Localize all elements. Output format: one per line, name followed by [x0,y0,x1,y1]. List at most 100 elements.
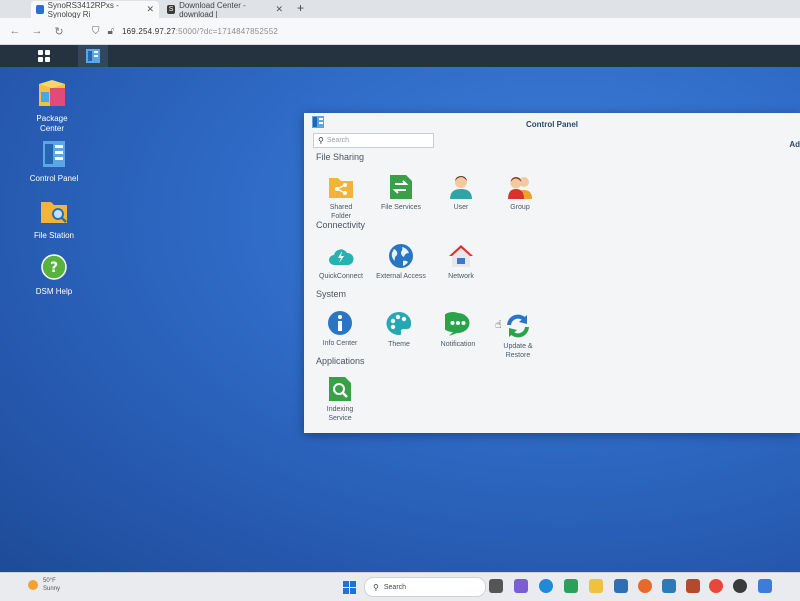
desktop-icon-label: File Station [33,231,75,240]
cp-item-info-center[interactable]: Info Center [310,310,370,348]
reload-icon[interactable]: ↻ [52,25,66,38]
cp-item-indexing-service[interactable]: Indexing Service [310,376,370,423]
browser-tab-bar: SynoRS3412RPxs - Synology Ri ✕ S Downloa… [0,0,800,19]
browser-tab-download-center[interactable]: S Download Center - download | ✕ [162,0,288,19]
edge-icon[interactable] [539,579,553,593]
store-icon[interactable] [564,579,578,593]
task-view-icon[interactable] [489,579,503,593]
chrome-icon[interactable] [709,579,723,593]
cp-item-shared-folder[interactable]: Shared Folder [311,174,371,221]
desktop-icon-control-panel[interactable]: Control Panel [14,140,94,184]
mail-icon[interactable] [614,579,628,593]
weather-widget[interactable]: 50°F Sunny [28,577,60,593]
item-label: Group [510,204,530,211]
tab-close-icon[interactable]: ✕ [146,4,154,15]
url-host: 169.254.97.27 [121,26,176,36]
search-placeholder: Search [326,137,350,144]
desktop-icon-label: DSM Help [35,287,73,296]
item-label: Folder [331,213,351,220]
section-connectivity: Connectivity [316,220,366,230]
control-panel-taskbar-icon[interactable] [78,45,108,67]
theme-palette-icon [386,311,412,335]
item-label: User [453,204,469,211]
taskbar-search-label: Search [383,583,407,591]
app-icon[interactable] [758,579,772,593]
item-label: Update & [503,343,533,350]
sun-icon [28,580,38,590]
cp-item-file-services[interactable]: File Services [371,174,431,212]
search-icon: ⚲ [318,136,324,145]
shield-icon[interactable]: ⛉ [92,26,100,37]
desktop-icon-package-center[interactable]: Package Center [12,80,92,134]
file-station-icon [41,202,67,223]
teams-icon[interactable] [514,579,528,593]
search-input[interactable]: ⚲ Search [313,133,434,148]
notification-chat-icon [445,312,470,336]
weather-temp: 50°F [43,578,56,584]
desktop-icon-label: Package [36,114,68,123]
clipped-header-text[interactable]: Ad [789,140,800,149]
app-icon[interactable] [686,579,700,593]
cp-item-user[interactable]: User [431,174,491,212]
user-icon [450,176,472,199]
help-question-icon: ? [41,254,67,280]
item-label: Shared [329,204,353,211]
cp-item-network[interactable]: Network [431,243,491,281]
shared-folder-icon [329,178,353,198]
external-access-globe-icon [389,244,413,268]
app-icon[interactable] [733,579,747,593]
tab-title: Download Center - download | [179,0,246,19]
control-panel-window: Control Panel Ad ⚲ Search File Sharing C… [304,113,800,433]
item-label: Info Center [322,340,358,347]
item-label: Theme [388,341,410,348]
tab-close-icon[interactable]: ✕ [275,4,283,15]
app-icon[interactable] [662,579,676,593]
item-label: Network [448,273,474,280]
browser-tab-synology[interactable]: SynoRS3412RPxs - Synology Ri ✕ [31,0,159,19]
cp-item-notification[interactable]: Notification [428,311,488,349]
item-label: Notification [440,341,476,348]
quickconnect-cloud-icon [329,249,354,265]
window-title: Control Panel [525,120,578,129]
hand-cursor-icon: ☝︎ [495,319,502,331]
control-panel-icon [43,141,65,167]
group-icon [508,177,532,199]
desktop-icon-dsm-help[interactable]: ? DSM Help [14,253,94,297]
file-explorer-icon[interactable] [589,579,603,593]
svg-text:?: ? [50,260,58,276]
item-label: Service [328,415,352,422]
tab-title: SynoRS3412RPxs - Synology Ri [47,0,119,19]
firefox-icon[interactable] [638,579,652,593]
desktop-icon-label: Control Panel [29,174,79,183]
not-secure-lock-icon[interactable]: 🔓︎ [108,26,114,37]
cp-item-theme[interactable]: Theme [369,311,429,349]
windows-taskbar: 50°F Sunny ⚲ Search [0,572,800,601]
desktop-icon-file-station[interactable]: File Station [14,197,94,241]
item-label: QuickConnect [319,273,363,280]
section-applications: Applications [316,356,365,366]
item-label: Restore [505,352,531,359]
section-file-sharing: File Sharing [316,152,365,162]
desktop-icon-label: Center [39,124,64,133]
forward-arrow-icon[interactable]: → [30,25,44,37]
windows-start-icon[interactable] [343,581,356,594]
info-center-icon [328,311,352,335]
back-arrow-icon[interactable]: ← [8,25,22,37]
main-menu-icon[interactable] [34,47,54,65]
search-icon: ⚲ [373,582,379,592]
weather-desc: Sunny [43,586,61,592]
package-center-icon [39,80,65,106]
section-system: System [316,289,347,299]
cp-item-quickconnect[interactable]: QuickConnect [311,243,371,281]
browser-nav-bar: ← → ↻ ⛉ 🔓︎ 169.254.97.27:5000/?dc=171484… [0,18,800,45]
taskbar-search-box[interactable]: ⚲ Search [364,577,486,597]
url-path: :5000/?dc=1714847852552 [175,26,279,36]
cp-item-group[interactable]: Group [490,174,550,212]
new-tab-button[interactable]: + [297,1,304,15]
dsm-taskbar [0,45,800,67]
update-restore-icon [507,314,529,338]
cp-item-external-access[interactable]: External Access [371,243,431,281]
download-center-favicon-icon: S [167,5,176,14]
address-bar[interactable]: 169.254.97.27:5000/?dc=1714847852552 [122,27,278,36]
indexing-service-icon [329,377,351,401]
